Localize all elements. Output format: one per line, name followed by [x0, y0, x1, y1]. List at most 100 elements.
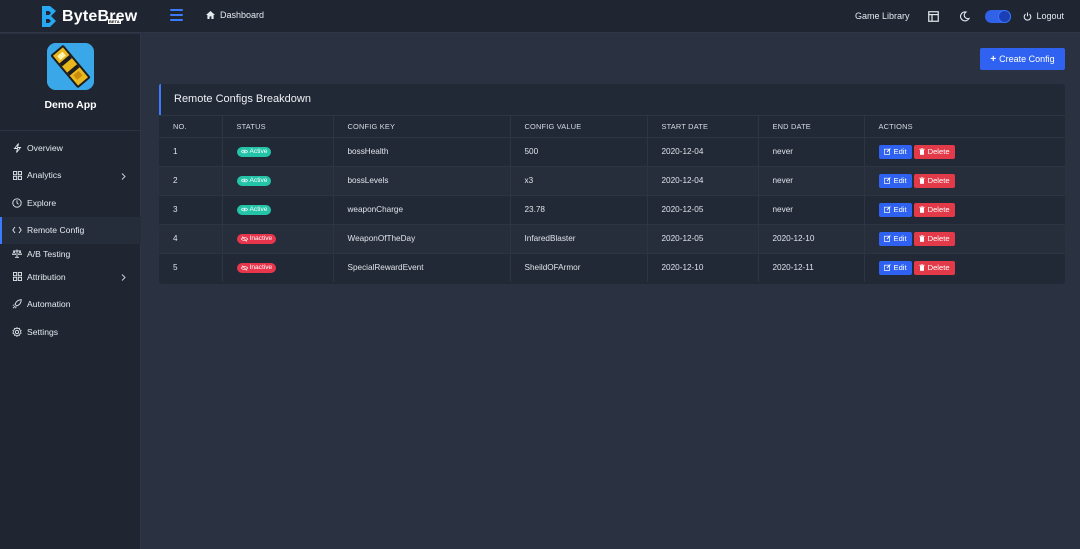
- logout-label: Logout: [1036, 11, 1064, 21]
- cell-end-date: never: [758, 194, 865, 224]
- edit-icon: [883, 235, 891, 242]
- edit-button[interactable]: Edit: [878, 231, 912, 246]
- edit-label: Edit: [893, 147, 907, 156]
- cell-config-key: bossHealth: [333, 136, 511, 166]
- delete-label: Delete: [927, 176, 950, 185]
- app-name: Demo App: [44, 99, 97, 111]
- create-config-label: Create Config: [999, 54, 1055, 64]
- cell-start-date: 2020-12-04: [647, 136, 759, 166]
- trash-icon: [918, 148, 925, 155]
- gear-icon: [12, 326, 22, 337]
- menu-toggle-icon[interactable]: [170, 9, 183, 21]
- grid-icon: [12, 170, 22, 180]
- dark-mode-toggle[interactable]: [985, 9, 1012, 23]
- chevron-right-icon: [121, 172, 126, 182]
- cell-config-key: WeaponOfTheDay: [333, 223, 511, 253]
- sidebar-item-explore[interactable]: Explore: [0, 189, 141, 217]
- cell-no: 5: [159, 252, 223, 282]
- breadcrumb[interactable]: Dashboard: [206, 10, 264, 20]
- status-label: Active: [249, 177, 268, 184]
- scale-icon: [12, 249, 22, 259]
- edit-icon: [883, 148, 891, 155]
- sidebar-item-remote-config[interactable]: Remote Config: [0, 216, 141, 244]
- rocket-icon: [12, 299, 22, 309]
- status-label: Active: [249, 206, 268, 213]
- create-config-button[interactable]: + Create Config: [980, 48, 1065, 70]
- cell-status: Active: [222, 194, 334, 224]
- app-icon[interactable]: [47, 43, 94, 90]
- sidebar-nav: Overview Analytics Explore Remote Config…: [0, 134, 141, 346]
- sidebar-item-label: Automation: [27, 299, 71, 310]
- logout-button[interactable]: Logout: [1023, 11, 1064, 21]
- delete-button[interactable]: Delete: [913, 173, 955, 188]
- table-row: 4 Inactive WeaponOfTheDay InfaredBlaster 202…: [159, 223, 1065, 253]
- edit-icon: [883, 264, 891, 271]
- edit-button[interactable]: Edit: [878, 260, 912, 275]
- status-label: Active: [249, 148, 268, 155]
- status-label: Inactive: [249, 264, 273, 272]
- edit-label: Edit: [893, 205, 907, 214]
- cell-config-key: weaponCharge: [333, 194, 511, 224]
- sidebar-item-automation[interactable]: Automation: [0, 291, 141, 319]
- delete-button[interactable]: Delete: [913, 260, 955, 275]
- brand-name: ByteBrew: [62, 8, 138, 25]
- cell-config-key: bossLevels: [333, 165, 511, 195]
- sidebar-item-analytics[interactable]: Analytics: [0, 162, 141, 190]
- column-header-actions: ACTIONS: [878, 121, 913, 131]
- bytebrew-logo-icon: [42, 6, 56, 27]
- eye-icon: [240, 178, 248, 183]
- cell-end-date: 2020-12-11: [758, 252, 865, 282]
- eye-icon: [240, 149, 248, 154]
- edit-label: Edit: [893, 263, 907, 273]
- cell-status: Inactive: [222, 223, 334, 253]
- edit-label: Edit: [893, 234, 907, 243]
- column-header-start-date[interactable]: START DATE: [647, 116, 759, 137]
- code-icon: [12, 225, 22, 235]
- column-header-config-value[interactable]: CONFIG VALUE: [510, 116, 648, 137]
- delete-button[interactable]: Delete: [913, 231, 955, 246]
- cell-end-date: 2020-12-10: [758, 223, 865, 253]
- breadcrumb-dashboard: Dashboard: [220, 10, 265, 20]
- cell-start-date: 2020-12-10: [647, 252, 759, 282]
- column-header-no[interactable]: NO.: [159, 116, 223, 137]
- status-badge: Inactive: [236, 233, 277, 244]
- cell-config-value: x3: [510, 165, 648, 195]
- game-library-link[interactable]: Game Library: [855, 11, 910, 21]
- sidebar-item-label: Remote Config: [27, 225, 85, 236]
- layout-icon[interactable]: [926, 9, 940, 23]
- sidebar-item-settings[interactable]: Settings: [0, 318, 141, 346]
- column-header-config-key[interactable]: CONFIG KEY: [333, 116, 511, 137]
- sidebar-item-ab-testing[interactable]: A/B Testing: [0, 244, 141, 263]
- cell-actions: Edit Delete: [864, 252, 1065, 282]
- cell-start-date: 2020-12-05: [647, 194, 759, 224]
- eye-off-icon: [240, 265, 248, 271]
- sidebar-item-overview[interactable]: Overview: [0, 134, 141, 162]
- cell-actions: Edit Delete: [864, 194, 1065, 224]
- column-header-end-date[interactable]: END DATE: [758, 116, 865, 137]
- edit-button[interactable]: Edit: [878, 144, 912, 159]
- cell-config-value: 23.78: [510, 194, 648, 224]
- cell-status: Inactive: [222, 252, 334, 282]
- delete-label: Delete: [927, 205, 950, 214]
- column-header-status[interactable]: STATUS: [222, 116, 334, 137]
- sidebar-divider: [0, 130, 141, 131]
- grid-icon: [12, 272, 22, 282]
- edit-button[interactable]: Edit: [878, 173, 912, 188]
- sidebar-item-attribution[interactable]: Attribution: [0, 263, 141, 291]
- edit-button[interactable]: Edit: [878, 202, 912, 217]
- cell-actions: Edit Delete: [864, 165, 1065, 195]
- status-badge: Active: [236, 204, 272, 215]
- plus-icon: +: [990, 53, 997, 65]
- table-header-row: NO. STATUS CONFIG KEY CONFIG VALUE START…: [159, 116, 1065, 137]
- cell-actions: Edit Delete: [864, 136, 1065, 166]
- delete-button[interactable]: Delete: [913, 202, 955, 217]
- moon-icon[interactable]: [957, 9, 971, 23]
- cell-actions: Edit Delete: [864, 223, 1065, 253]
- sidebar-item-label: Explore: [27, 197, 57, 208]
- table-row: 5 Inactive SpecialRewardEvent SheildOFArmor…: [159, 252, 1065, 282]
- status-badge: Active: [236, 146, 272, 157]
- cell-start-date: 2020-12-05: [647, 223, 759, 253]
- sidebar-item-label: Attribution: [27, 271, 66, 282]
- brand-logo[interactable]: ByteBrew: [40, 4, 137, 30]
- delete-button[interactable]: Delete: [913, 144, 955, 159]
